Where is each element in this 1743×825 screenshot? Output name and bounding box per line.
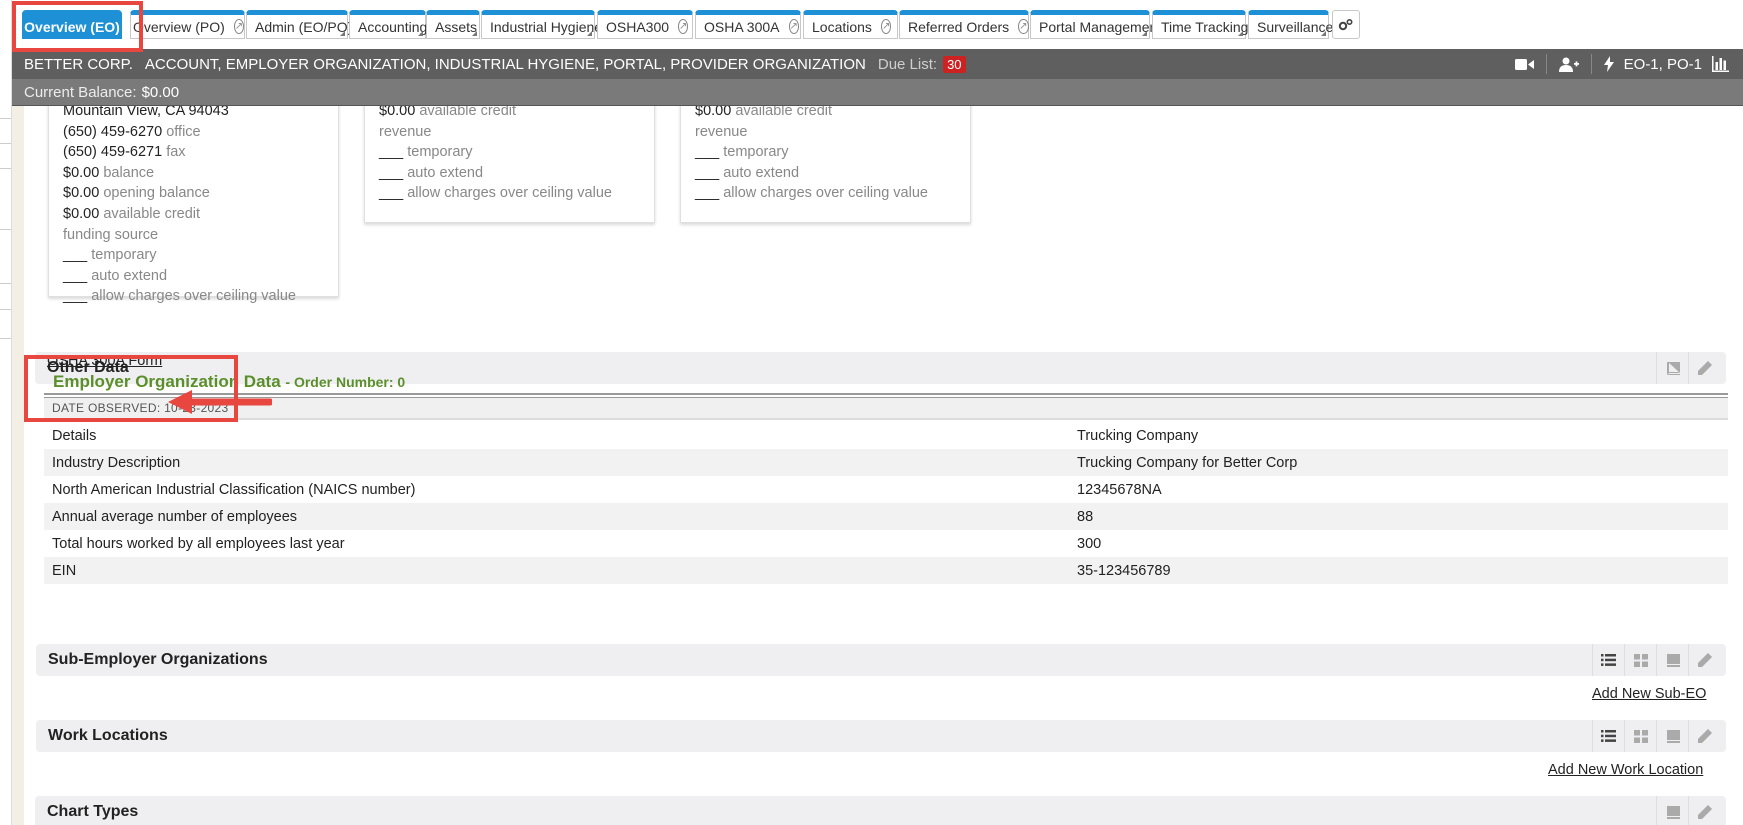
- table-row: Annual average number of employees 88: [44, 503, 1728, 530]
- book-icon[interactable]: [1656, 720, 1688, 752]
- tab-locations[interactable]: Locations ↗: [803, 10, 898, 39]
- left-sidebar-strip: [0, 0, 12, 825]
- tab-bar: Overview (EO) Overview (PO) ↗ Admin (EO/P…: [12, 0, 1743, 49]
- due-list-badge[interactable]: 30: [943, 55, 966, 73]
- pencil-icon[interactable]: [1688, 352, 1720, 384]
- pencil-icon[interactable]: [1688, 720, 1720, 752]
- tab-industrial-hygiene[interactable]: Industrial Hygiene: [481, 10, 602, 39]
- table-row: Industry Description Trucking Company for…: [44, 449, 1728, 476]
- dropdown-corner-icon: [340, 31, 345, 36]
- account-card-3: $0.00 available credit revenue ___ tempo…: [680, 106, 971, 223]
- add-user-icon[interactable]: [1558, 57, 1579, 72]
- external-link-icon[interactable]: ↗: [880, 19, 892, 34]
- external-link-icon[interactable]: ↗: [233, 19, 245, 34]
- date-observed: DATE OBSERVED: 10-23-2023: [44, 398, 1728, 420]
- grid-view-icon[interactable]: [1624, 644, 1656, 676]
- chart-types-section-header: Chart Types: [35, 796, 1726, 825]
- settings-gear-button[interactable]: [1332, 10, 1360, 39]
- pencil-icon[interactable]: [1688, 644, 1720, 676]
- main-content: Mountain View, CA 94043 (650) 459-6270 o…: [24, 106, 1743, 825]
- tab-assets[interactable]: Assets: [426, 10, 480, 39]
- add-new-work-location-link[interactable]: Add New Work Location: [1548, 762, 1703, 778]
- section-title: Chart Types: [47, 803, 139, 820]
- book-icon[interactable]: [1656, 352, 1688, 384]
- external-link-icon[interactable]: ↗: [788, 19, 799, 34]
- tab-osha300a[interactable]: OSHA 300A ↗: [695, 10, 801, 39]
- dropdown-corner-icon: [1238, 31, 1243, 36]
- bar-chart-icon[interactable]: [1712, 56, 1729, 72]
- balance-value: $0.00: [141, 83, 180, 101]
- table-row: Details Trucking Company: [52, 427, 1199, 444]
- entity-codes: EO-1, PO-1: [1623, 55, 1702, 73]
- highlight-box-tab: [12, 1, 143, 52]
- account-card-1: Mountain View, CA 94043 (650) 459-6270 o…: [48, 106, 339, 304]
- section-title: Sub-Employer Organizations: [48, 651, 268, 668]
- book-icon[interactable]: [1656, 644, 1688, 676]
- tab-time-tracking[interactable]: Time Tracking: [1152, 10, 1248, 39]
- add-new-sub-eo-link[interactable]: Add New Sub-EO: [1592, 686, 1706, 702]
- account-card-2: $0.00 available credit revenue ___ tempo…: [364, 106, 655, 223]
- gears-icon: [1338, 18, 1353, 30]
- table-row: North American Industrial Classification…: [52, 481, 1162, 498]
- dropdown-corner-icon: [587, 31, 592, 36]
- table-row: EIN 35-123456789: [44, 557, 1728, 584]
- work-locations-section-header: Work Locations: [36, 720, 1726, 752]
- dropdown-corner-icon: [418, 31, 423, 36]
- book-icon[interactable]: [1656, 796, 1688, 825]
- list-view-icon[interactable]: [1592, 644, 1624, 676]
- external-link-icon[interactable]: ↗: [1018, 19, 1029, 34]
- tab-osha300[interactable]: OSHA300 ↗: [597, 10, 693, 39]
- tab-surveillance[interactable]: Surveillance: [1248, 10, 1333, 39]
- balance-bar: Current Balance: $0.00: [12, 79, 1743, 106]
- lightning-icon[interactable]: [1603, 56, 1614, 72]
- balance-label: Current Balance:: [24, 83, 137, 101]
- tab-accounting[interactable]: Accounting: [349, 10, 427, 39]
- dropdown-corner-icon: [1142, 31, 1147, 36]
- list-view-icon[interactable]: [1592, 720, 1624, 752]
- entity-roles: ACCOUNT, EMPLOYER ORGANIZATION, INDUSTRI…: [144, 55, 866, 73]
- video-camera-icon[interactable]: [1514, 58, 1534, 71]
- tab-admin[interactable]: Admin (EO/PO): [246, 10, 352, 39]
- pencil-icon[interactable]: [1688, 796, 1720, 825]
- sub-eo-section-header: Sub-Employer Organizations: [36, 644, 1726, 676]
- grid-view-icon[interactable]: [1624, 720, 1656, 752]
- dropdown-corner-icon: [472, 31, 477, 36]
- tab-overview-po[interactable]: Overview (PO) ↗: [130, 10, 245, 39]
- external-link-icon[interactable]: ↗: [678, 19, 689, 34]
- tab-referred-orders[interactable]: Referred Orders ↗: [899, 10, 1029, 39]
- due-list-label: Due List:: [877, 55, 938, 73]
- dropdown-corner-icon: [1321, 31, 1326, 36]
- section-title: Work Locations: [48, 727, 168, 744]
- tab-portal-management[interactable]: Portal Management: [1030, 10, 1161, 39]
- table-row: Total hours worked by all employees last…: [52, 535, 1102, 552]
- annotation-arrow-icon: [168, 390, 272, 414]
- address-line: Mountain View, CA 94043: [63, 106, 229, 119]
- company-name: BETTER CORP.: [24, 55, 133, 73]
- entity-header: BETTER CORP. ACCOUNT, EMPLOYER ORGANIZAT…: [12, 49, 1743, 79]
